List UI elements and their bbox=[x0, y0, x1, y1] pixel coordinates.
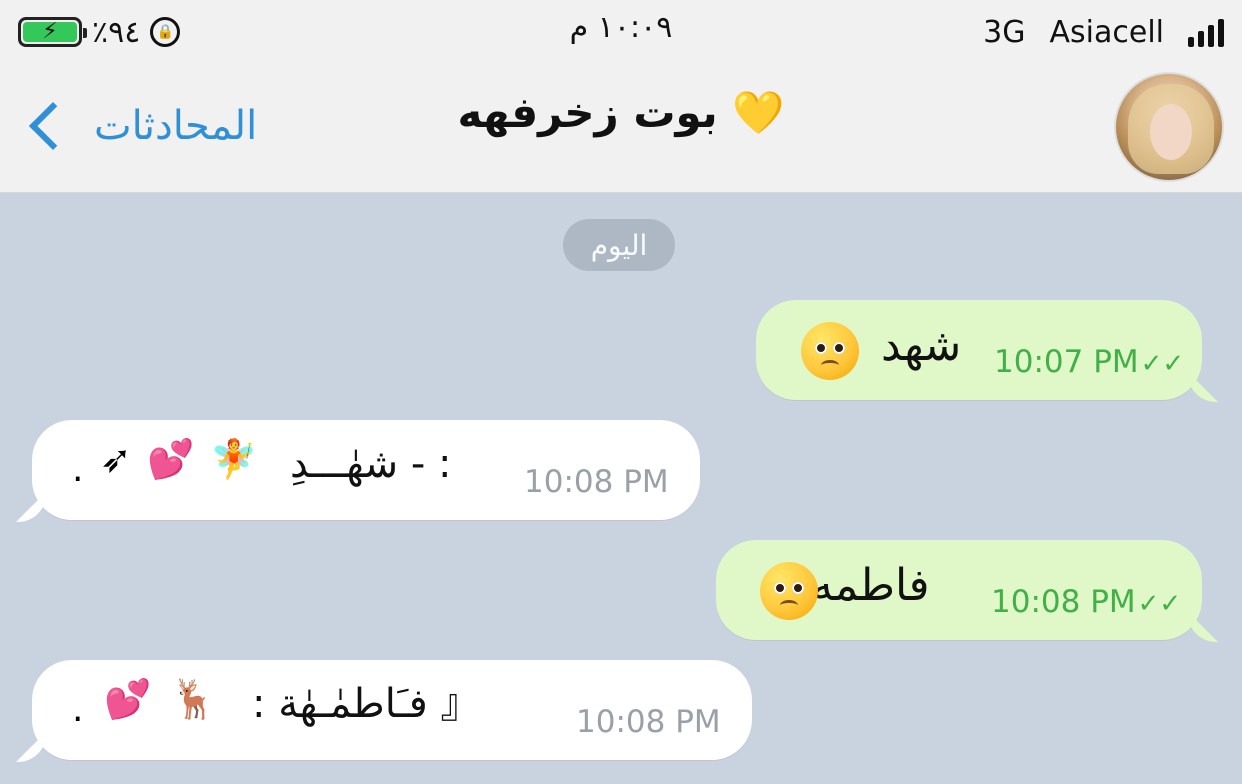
message-text: شهد bbox=[881, 320, 962, 371]
period-mark: . bbox=[72, 449, 84, 490]
message-time-label: 10:08 PM bbox=[991, 584, 1136, 620]
message-incoming-1[interactable]: . ➶ 💕 🧚 : - شهٰـــدِ 10:08 PM bbox=[32, 420, 700, 520]
message-time-label: 10:07 PM bbox=[994, 344, 1139, 380]
network-type: 3G bbox=[983, 14, 1026, 50]
pleading-face-emoji bbox=[760, 562, 818, 620]
deer-icon: 🦌 bbox=[170, 677, 218, 721]
message-time: 10:08 PM✓✓ bbox=[991, 584, 1181, 620]
message-outgoing-1[interactable]: شهد 10:07 PM✓✓ bbox=[756, 300, 1202, 400]
message-time: 10:08 PM bbox=[524, 464, 669, 500]
signal-strength-icon bbox=[1188, 17, 1224, 47]
message-time: 10:07 PM✓✓ bbox=[994, 344, 1184, 380]
message-text: 『 فـَاطمٰـهٰة : bbox=[252, 681, 481, 727]
message-outgoing-2[interactable]: فاطمه 10:08 PM✓✓ bbox=[716, 540, 1202, 640]
chat-title[interactable]: بوت زخرفهه 💛 bbox=[0, 88, 1242, 138]
message-text: : - شهٰـــدِ bbox=[290, 441, 452, 487]
avatar[interactable] bbox=[1114, 72, 1224, 182]
message-text: فاطمه bbox=[811, 560, 930, 611]
two-hearts-icon: 💕 bbox=[104, 677, 152, 721]
fairy-icon: 🧚 bbox=[210, 437, 258, 481]
carrier-name: Asiacell bbox=[1049, 14, 1165, 50]
status-right: 3G Asiacell bbox=[983, 12, 1224, 52]
pleading-face-emoji bbox=[801, 322, 859, 380]
chat-header: ⚡ ٪٩٤ 🔒 ١٠:٠٩ م 3G Asiacell المحادثات بو… bbox=[0, 0, 1242, 193]
period-mark: . bbox=[72, 689, 84, 730]
arrow-icon: ➶ bbox=[100, 437, 132, 481]
message-incoming-2[interactable]: . 💕 🦌 『 فـَاطمٰـهٰة : 10:08 PM bbox=[32, 660, 752, 760]
double-check-icon: ✓✓ bbox=[1140, 349, 1185, 379]
charging-bolt-icon: ⚡ bbox=[42, 19, 58, 44]
double-check-icon: ✓✓ bbox=[1137, 589, 1182, 619]
message-time: 10:08 PM bbox=[576, 704, 721, 740]
date-separator: اليوم bbox=[563, 219, 675, 271]
avatar-face bbox=[1150, 104, 1192, 160]
two-hearts-icon: 💕 bbox=[147, 437, 195, 481]
